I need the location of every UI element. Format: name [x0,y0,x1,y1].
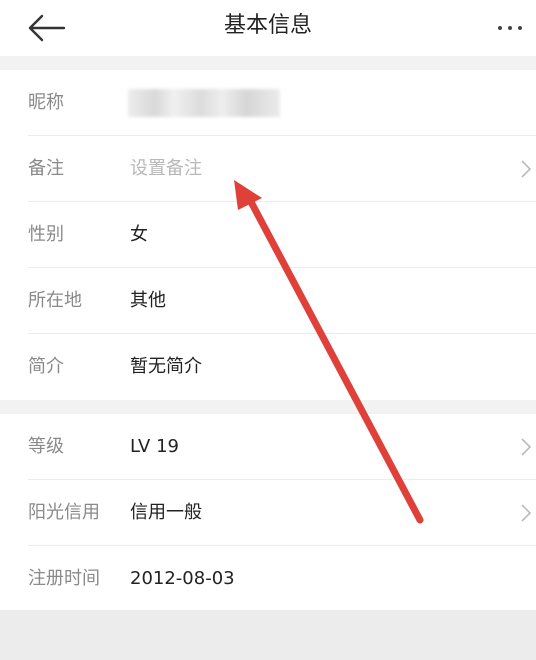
account-section: 等级 LV 19 阳光信用 信用一般 注册时间 2012-08-03 [0,414,536,610]
more-button[interactable] [488,14,532,42]
register-date-value: 2012-08-03 [130,568,235,589]
credit-value: 信用一般 [130,502,202,523]
location-value: 其他 [130,290,166,311]
row-level[interactable]: 等级 LV 19 [0,414,536,480]
nickname-value-blurred [128,89,280,117]
credit-label: 阳光信用 [28,502,100,523]
row-register-date: 注册时间 2012-08-03 [0,546,536,612]
arrow-left-icon [28,14,66,42]
bio-label: 简介 [28,356,64,377]
chevron-right-icon [521,504,532,522]
gender-label: 性别 [28,224,64,245]
chevron-right-icon [521,438,532,456]
page-title: 基本信息 [223,13,312,38]
row-remark[interactable]: 备注 设置备注 [0,136,536,202]
gender-value: 女 [130,224,148,245]
bottom-gray-area [0,610,536,660]
row-nickname: 昵称 [0,70,536,136]
top-bar: 基本信息 [0,0,536,56]
back-button[interactable] [24,10,68,46]
register-date-label: 注册时间 [28,568,100,589]
row-gender: 性别 女 [0,202,536,268]
row-bio: 简介 暂无简介 [0,334,536,400]
level-label: 等级 [28,436,64,457]
more-dot [508,26,512,30]
nickname-label: 昵称 [28,92,64,113]
bio-value: 暂无简介 [130,356,202,377]
row-location: 所在地 其他 [0,268,536,334]
more-dots-icon [498,26,502,30]
level-value: LV 19 [130,436,179,457]
more-dot [518,26,522,30]
profile-section: 昵称 备注 设置备注 性别 女 所在地 其他 简介 暂无简介 [0,70,536,400]
location-label: 所在地 [28,290,82,311]
row-credit[interactable]: 阳光信用 信用一般 [0,480,536,546]
chevron-right-icon [521,160,532,178]
remark-placeholder: 设置备注 [130,158,202,179]
remark-label: 备注 [28,158,64,179]
